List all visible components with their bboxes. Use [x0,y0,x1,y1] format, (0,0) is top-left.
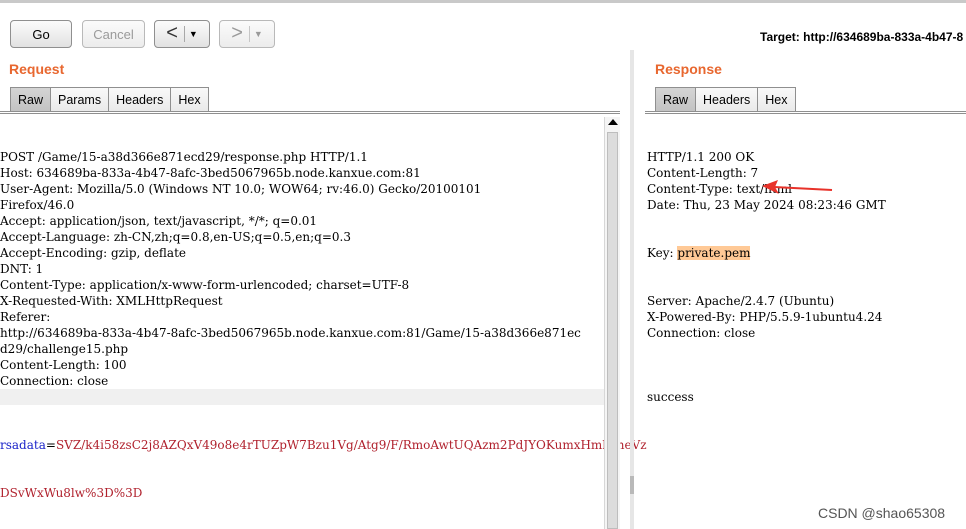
forward-button[interactable]: > ▼ [219,20,275,48]
request-tab-underline [0,111,620,114]
request-vertical-scrollbar[interactable] [604,117,620,529]
request-body-line: DSvWxWu8lw%3D%3D [0,485,604,501]
request-header-line: Firefox/46.0 [0,198,75,212]
response-tab-hex[interactable]: Hex [757,87,796,112]
request-header-line [0,389,604,405]
response-tab-underline [645,111,966,114]
cancel-button[interactable]: Cancel [82,20,145,48]
body-param-name: rsadata [0,438,46,452]
request-panel-title: Request [9,61,65,77]
request-header-line: d29/challenge15.php [0,342,129,356]
response-header-line: Date: Thu, 23 May 2024 08:23:46 GMT [647,198,886,212]
response-key-line: Key: private.pem [647,245,966,261]
response-tab-headers[interactable]: Headers [695,87,759,112]
request-tab-headers[interactable]: Headers [108,87,172,112]
response-tabs: Raw Headers Hex [655,87,796,112]
request-header-line: Content-Type: application/x-www-form-url… [0,278,410,292]
divider-grip-handle[interactable] [630,476,634,494]
body-param-value-continued: DSvWxWu8lw%3D%3D [0,486,143,500]
response-body-text: success [647,390,694,404]
toolbar: Go Cancel < ▼ > ▼ Target: http://634689b… [0,3,966,55]
red-annotation-arrow-icon [762,180,833,194]
request-header-line: Referer: [0,310,51,324]
request-tabs: Raw Params Headers Hex [10,87,209,112]
back-history-dropdown-icon[interactable]: ▼ [189,29,198,39]
response-header-line: X-Powered-By: PHP/5.5.9-1ubuntu4.24 [647,310,883,324]
button-separator [248,26,250,42]
request-body-line: rsadata=SVZ/k4i58zsC2j8AZQxV49o8e4rTUZpW… [0,437,647,453]
request-header-line: Host: 634689ba-833a-4b47-8afc-3bed506796… [0,166,421,180]
request-tab-params[interactable]: Params [50,87,110,112]
response-header-line [647,341,966,357]
target-url[interactable]: Target: http://634689ba-833a-4b47-8 [760,30,963,44]
key-header-value-highlight: private.pem [677,246,751,260]
split-pane-divider[interactable] [630,50,634,529]
body-param-equals: = [45,438,56,452]
request-header-line: DNT: 1 [0,262,44,276]
response-panel-title: Response [655,61,722,77]
forward-arrow-icon: > [231,22,243,44]
forward-history-dropdown-icon[interactable]: ▼ [254,29,263,39]
go-button[interactable]: Go [10,20,72,48]
scrollbar-thumb[interactable] [607,132,618,529]
request-header-line: Content-Length: 100 [0,358,127,372]
request-header-line: Accept: application/json, text/javascrip… [0,214,318,228]
request-header-line: Connection: close [0,374,109,388]
response-tab-raw[interactable]: Raw [655,87,697,112]
watermark: CSDN @shao65308 [818,505,946,521]
scroll-up-arrow-icon[interactable] [608,119,618,125]
request-header-line: User-Agent: Mozilla/5.0 (Windows NT 10.0… [0,182,482,196]
back-arrow-icon: < [166,22,178,44]
request-header-line: Accept-Encoding: gzip, deflate [0,246,187,260]
request-header-line: POST /Game/15-a38d366e871ecd29/response.… [0,150,368,164]
request-tab-raw[interactable]: Raw [10,87,52,112]
request-header-line: http://634689ba-833a-4b47-8afc-3bed50679… [0,326,581,340]
request-tab-hex[interactable]: Hex [170,87,209,112]
back-button[interactable]: < ▼ [154,20,210,48]
response-header-line: Server: Apache/2.4.7 (Ubuntu) [647,294,835,308]
response-header-line: HTTP/1.1 200 OK [647,150,755,164]
body-param-value: SVZ/k4i58zsC2j8AZQxV49o8e4rTUZpW7Bzu1Vg/… [55,438,647,452]
response-header-line: Connection: close [647,326,756,340]
request-header-line: X-Requested-With: XMLHttpRequest [0,294,223,308]
request-header-line: Accept-Language: zh-CN,zh;q=0.8,en-US;q=… [0,230,351,244]
request-editor[interactable]: POST /Game/15-a38d366e871ecd29/response.… [0,117,647,517]
response-editor[interactable]: HTTP/1.1 200 OK Content-Length: 7 Content-… [647,117,966,421]
key-header-name: Key: [647,246,678,260]
button-separator [183,26,185,42]
